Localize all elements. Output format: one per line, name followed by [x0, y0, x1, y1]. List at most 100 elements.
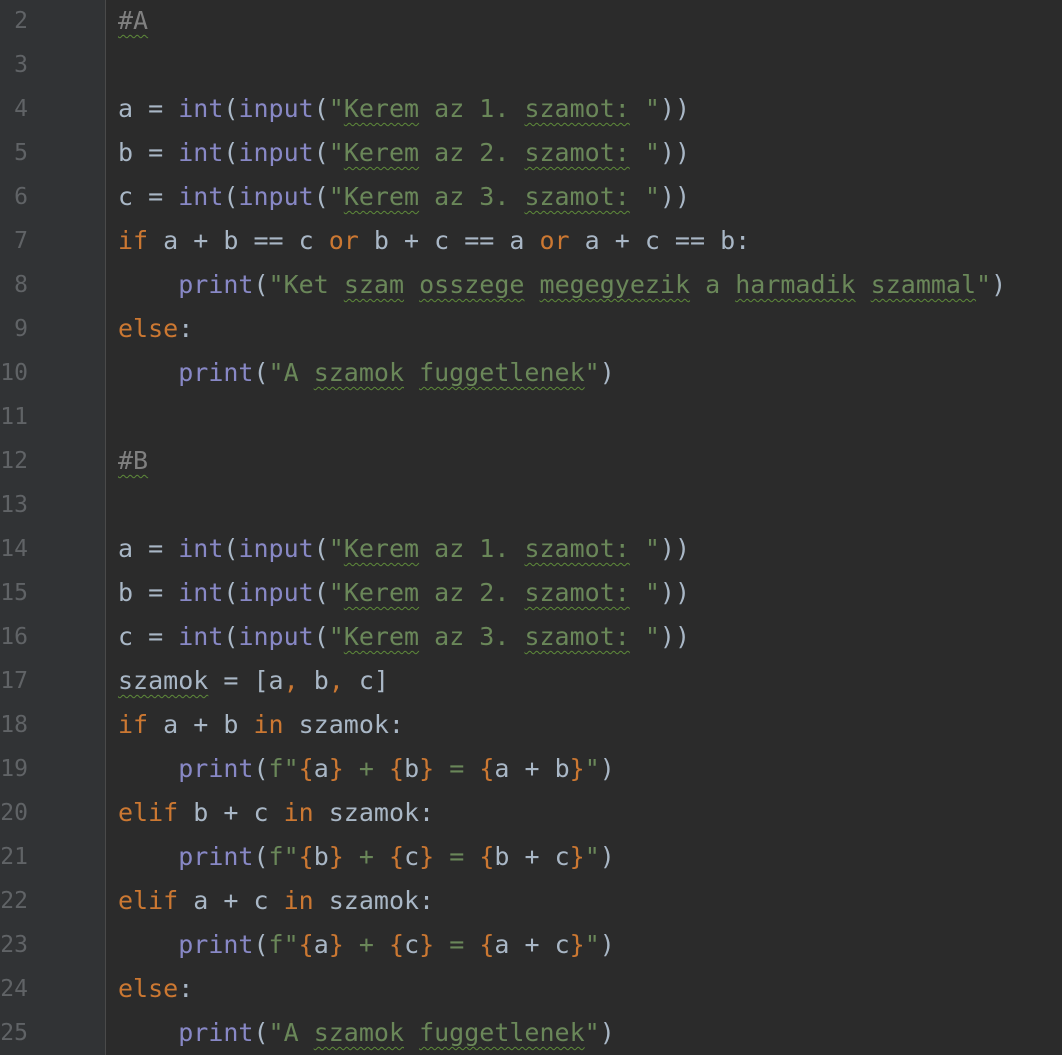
code-token: b — [298, 666, 329, 695]
code-token: " — [629, 182, 660, 211]
code-text[interactable]: print("A szamok fuggetlenek") — [118, 351, 615, 395]
code-line[interactable]: 11 — [0, 395, 1062, 439]
code-token: " — [976, 270, 992, 299]
spellcheck-token: szammal — [870, 270, 977, 299]
code-text[interactable]: c = int(input("Kerem az 3. szamot: ")) — [118, 615, 690, 659]
code-token: a — [313, 754, 329, 783]
code-text[interactable]: a = int(input("Kerem az 1. szamot: ")) — [118, 527, 690, 571]
code-token: az 3. — [419, 182, 525, 211]
code-token: a = — [118, 94, 179, 123]
code-token: ) — [599, 930, 615, 959]
code-token: in — [283, 798, 314, 827]
code-token: input — [238, 578, 314, 607]
code-line[interactable]: 8 print("Ket szam osszege megegyezik a h… — [0, 263, 1062, 307]
code-token: b = — [118, 578, 179, 607]
code-token: in — [253, 710, 284, 739]
code-token: } — [419, 930, 435, 959]
code-token: print — [178, 1018, 254, 1047]
code-line[interactable]: 10 print("A szamok fuggetlenek") — [0, 351, 1062, 395]
spellcheck-token: harmadik — [735, 270, 856, 299]
code-token: ( — [253, 358, 269, 387]
code-line[interactable]: 19 print(f"{a} + {b} = {a + b}") — [0, 747, 1062, 791]
code-token: " — [629, 622, 660, 651]
spellcheck-token: #B — [118, 446, 149, 475]
code-token: az 2. — [419, 578, 525, 607]
code-line[interactable]: 23 print(f"{a} + {c} = {a + c}") — [0, 923, 1062, 967]
code-line[interactable]: 15 b = int(input("Kerem az 2. szamot: ")) — [0, 571, 1062, 615]
code-text[interactable]: else: — [118, 307, 193, 351]
code-token: a + b — [148, 710, 254, 739]
code-token: f" — [268, 930, 299, 959]
code-line[interactable]: 4a = int(input("Kerem az 1. szamot: ")) — [0, 87, 1062, 131]
code-token: print — [178, 930, 254, 959]
line-number: 5 — [14, 140, 28, 166]
line-number: 21 — [0, 844, 28, 870]
code-line[interactable]: 25 print("A szamok fuggetlenek") — [0, 1011, 1062, 1055]
code-token: , — [328, 666, 344, 695]
line-number: 8 — [14, 272, 28, 298]
code-line[interactable]: 18 if a + b in szamok: — [0, 703, 1062, 747]
code-text[interactable]: #B — [118, 439, 148, 483]
code-editor[interactable]: 2 #A 3 4 a = int(input("Kerem az 1. szamot: … — [0, 0, 1062, 1055]
code-text[interactable]: a = int(input("Kerem az 1. szamot: ")) — [118, 87, 690, 131]
code-text[interactable]: elif b + c in szamok: — [118, 791, 434, 835]
code-token: } — [328, 930, 344, 959]
code-text[interactable]: print("Ket szam osszege megegyezik a har… — [118, 263, 1006, 307]
code-line[interactable]: 24 else: — [0, 967, 1062, 1011]
code-text[interactable]: #A — [118, 0, 148, 43]
code-text[interactable]: b = int(input("Kerem az 2. szamot: ")) — [118, 131, 690, 175]
code-token: print — [178, 842, 254, 871]
code-text[interactable]: else: — [118, 967, 193, 1011]
code-token: if — [118, 226, 149, 255]
code-token: int — [178, 622, 224, 651]
spellcheck-token: szamok — [313, 1018, 405, 1047]
code-token: int — [178, 138, 224, 167]
code-token: ) — [599, 842, 615, 871]
code-text[interactable]: if a + b in szamok: — [118, 703, 404, 747]
code-line[interactable]: 17 szamok = [a, b, c] — [0, 659, 1062, 703]
code-text[interactable]: szamok = [a, b, c] — [118, 659, 389, 703]
code-text[interactable]: if a + b == c or b + c == a or a + c == … — [118, 219, 750, 263]
code-token: + — [343, 842, 389, 871]
code-text[interactable]: b = int(input("Kerem az 2. szamot: ")) — [118, 571, 690, 615]
code-token: a — [690, 270, 736, 299]
code-token: : — [178, 314, 194, 343]
line-number: 16 — [0, 624, 28, 650]
code-token: + — [343, 754, 389, 783]
code-line[interactable]: 7 if a + b == c or b + c == a or a + c ==… — [0, 219, 1062, 263]
code-line[interactable]: 16 c = int(input("Kerem az 3. szamot: ")) — [0, 615, 1062, 659]
spellcheck-token: szamok — [313, 358, 405, 387]
code-line[interactable]: 12 #B — [0, 439, 1062, 483]
line-number: 15 — [0, 580, 28, 606]
code-line[interactable]: 3 — [0, 43, 1062, 87]
spellcheck-token: Kerem — [343, 182, 420, 211]
code-text[interactable]: elif a + c in szamok: — [118, 879, 434, 923]
code-line[interactable]: 14 a = int(input("Kerem az 1. szamot: ")) — [0, 527, 1062, 571]
code-text[interactable]: print(f"{a} + {c} = {a + c}") — [118, 923, 615, 967]
code-line[interactable]: 22 elif a + c in szamok: — [0, 879, 1062, 923]
code-line[interactable]: 2 #A — [0, 0, 1062, 43]
code-line[interactable]: 6c = int(input("Kerem az 3. szamot: ")) — [0, 175, 1062, 219]
code-line[interactable]: 5 b = int(input("Kerem az 2. szamot: ")) — [0, 131, 1062, 175]
code-text[interactable]: c = int(input("Kerem az 3. szamot: ")) — [118, 175, 690, 219]
code-token: input — [238, 94, 314, 123]
spellcheck-token: megegyezik — [539, 270, 691, 299]
code-token: else — [118, 314, 179, 343]
code-token: ( — [313, 622, 329, 651]
code-text[interactable]: print("A szamok fuggetlenek") — [118, 1011, 615, 1055]
code-line[interactable]: 20 elif b + c in szamok: — [0, 791, 1062, 835]
code-text[interactable]: print(f"{a} + {b} = {a + b}") — [118, 747, 615, 791]
code-token: b + c — [494, 842, 570, 871]
code-line[interactable]: 21 print(f"{b} + {c} = {b + c}") — [0, 835, 1062, 879]
code-line[interactable]: 13 — [0, 483, 1062, 527]
code-token: )) — [659, 534, 691, 563]
code-token: or — [539, 226, 570, 255]
code-text[interactable]: print(f"{b} + {c} = {b + c}") — [118, 835, 615, 879]
code-token: in — [283, 886, 314, 915]
code-line[interactable]: 9 else: — [0, 307, 1062, 351]
code-token: a — [313, 930, 329, 959]
code-token: = — [434, 930, 480, 959]
line-number: 11 — [0, 404, 28, 430]
